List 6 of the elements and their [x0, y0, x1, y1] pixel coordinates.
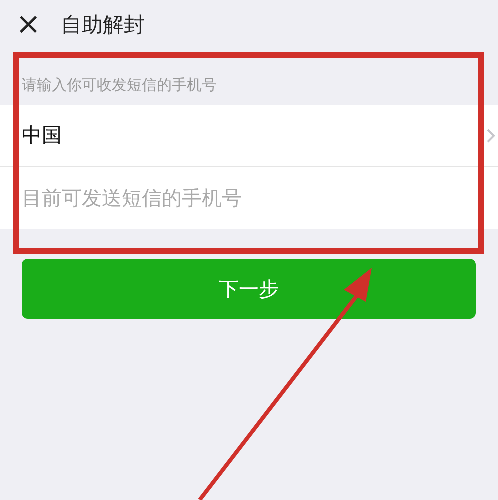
phone-input-field[interactable]: 目前可发送短信的手机号: [22, 186, 462, 210]
country-selector[interactable]: 中国: [0, 105, 498, 167]
page-title: 自助解封: [61, 12, 146, 39]
section-label: 请输入你可收发短信的手机号: [21, 76, 218, 96]
chevron-icon: [486, 128, 496, 144]
close-icon[interactable]: ×: [16, 10, 42, 40]
